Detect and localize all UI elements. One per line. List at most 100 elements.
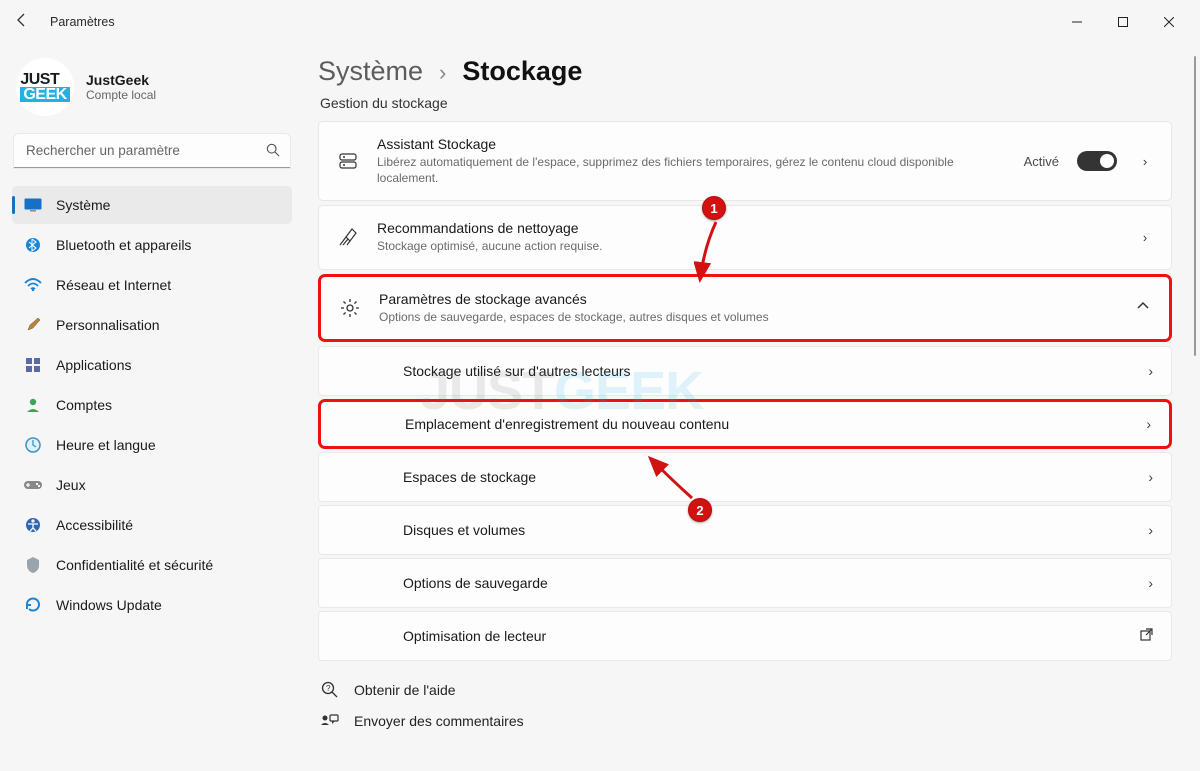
nav-label: Applications <box>56 357 132 373</box>
card-title: Paramètres de stockage avancés <box>379 291 1115 307</box>
nav-label: Heure et langue <box>56 437 156 453</box>
chevron-right-icon: › <box>439 60 446 86</box>
paintbrush-icon <box>24 316 42 334</box>
back-button[interactable] <box>8 12 36 33</box>
nav-network[interactable]: Réseau et Internet <box>12 266 292 304</box>
nav-privacy[interactable]: Confidentialité et sécurité <box>12 546 292 584</box>
storage-sense-card[interactable]: Assistant Stockage Libérez automatiqueme… <box>318 121 1172 201</box>
external-link-icon <box>1140 628 1153 644</box>
advanced-storage-card[interactable]: Paramètres de stockage avancés Options d… <box>318 274 1172 342</box>
nav-label: Windows Update <box>56 597 162 613</box>
chevron-right-icon: › <box>1148 575 1153 591</box>
gamepad-icon <box>24 476 42 494</box>
sidebar: JUST GEEK JustGeek Compte local <box>0 44 300 771</box>
nav-system[interactable]: Système <box>12 186 292 224</box>
sub-save-locations[interactable]: Emplacement d'enregistrement du nouveau … <box>318 399 1172 449</box>
help-icon: ? <box>320 681 340 699</box>
main-content: Système › Stockage Gestion du stockage A… <box>300 44 1200 771</box>
scrollbar[interactable] <box>1194 56 1196 356</box>
breadcrumb-parent[interactable]: Système <box>318 56 423 87</box>
subrow-label: Options de sauvegarde <box>403 575 548 591</box>
storage-icon <box>337 151 359 171</box>
subrow-label: Optimisation de lecteur <box>403 628 546 644</box>
chevron-right-icon: › <box>1148 522 1153 538</box>
svg-text:?: ? <box>326 684 331 693</box>
advanced-subgroup: Stockage utilisé sur d'autres lecteurs ›… <box>318 346 1172 661</box>
search-icon <box>266 143 280 160</box>
chevron-right-icon[interactable]: › <box>1135 230 1155 245</box>
sub-backup-options[interactable]: Options de sauvegarde › <box>318 558 1172 608</box>
avatar-logo-bottom: GEEK <box>20 87 69 102</box>
card-title: Assistant Stockage <box>377 136 1006 152</box>
accessibility-icon <box>24 516 42 534</box>
settings-window: Paramètres JUST GEEK <box>0 0 1200 771</box>
nav-bluetooth[interactable]: Bluetooth et appareils <box>12 226 292 264</box>
update-icon <box>24 596 42 614</box>
chevron-right-icon: › <box>1148 469 1153 485</box>
nav-label: Personnalisation <box>56 317 160 333</box>
cleanup-card[interactable]: Recommandations de nettoyage Stockage op… <box>318 205 1172 269</box>
feedback-icon <box>320 713 340 729</box>
card-title: Recommandations de nettoyage <box>377 220 1117 236</box>
breadcrumb-current: Stockage <box>462 56 582 87</box>
chevron-up-icon[interactable] <box>1133 299 1153 316</box>
breadcrumb: Système › Stockage <box>318 56 1172 87</box>
account-name: JustGeek <box>86 72 156 88</box>
nav-time-language[interactable]: Heure et langue <box>12 426 292 464</box>
chevron-right-icon[interactable]: › <box>1135 154 1155 169</box>
nav-label: Confidentialité et sécurité <box>56 557 213 573</box>
apps-icon <box>24 356 42 374</box>
subrow-label: Emplacement d'enregistrement du nouveau … <box>405 416 729 432</box>
nav-windows-update[interactable]: Windows Update <box>12 586 292 624</box>
gear-icon <box>339 298 361 318</box>
wifi-icon <box>24 276 42 294</box>
window-title: Paramètres <box>50 15 115 29</box>
display-icon <box>24 196 42 214</box>
nav-label: Réseau et Internet <box>56 277 171 293</box>
subrow-label: Stockage utilisé sur d'autres lecteurs <box>403 363 631 379</box>
minimize-button[interactable] <box>1054 6 1100 38</box>
shield-icon <box>24 556 42 574</box>
bluetooth-icon <box>24 236 42 254</box>
titlebar: Paramètres <box>0 0 1200 44</box>
section-heading: Gestion du stockage <box>320 95 1172 111</box>
nav-label: Système <box>56 197 110 213</box>
nav-apps[interactable]: Applications <box>12 346 292 384</box>
account-type: Compte local <box>86 88 156 102</box>
feedback-link[interactable]: Envoyer des commentaires <box>320 713 1172 729</box>
sub-disks-volumes[interactable]: Disques et volumes › <box>318 505 1172 555</box>
link-label: Obtenir de l'aide <box>354 682 456 698</box>
close-button[interactable] <box>1146 6 1192 38</box>
toggle-state-label: Activé <box>1024 154 1059 169</box>
card-subtitle: Options de sauvegarde, espaces de stocka… <box>379 309 1115 325</box>
chevron-right-icon: › <box>1148 363 1153 379</box>
sub-storage-spaces[interactable]: Espaces de stockage › <box>318 452 1172 502</box>
subrow-label: Disques et volumes <box>403 522 525 538</box>
link-label: Envoyer des commentaires <box>354 713 524 729</box>
clock-globe-icon <box>24 436 42 454</box>
nav-label: Bluetooth et appareils <box>56 237 191 253</box>
nav-label: Accessibilité <box>56 517 133 533</box>
nav-label: Comptes <box>56 397 112 413</box>
card-subtitle: Stockage optimisé, aucune action requise… <box>377 238 1117 254</box>
nav-gaming[interactable]: Jeux <box>12 466 292 504</box>
subrow-label: Espaces de stockage <box>403 469 536 485</box>
broom-icon <box>337 227 359 247</box>
person-icon <box>24 396 42 414</box>
search-input[interactable] <box>14 134 290 168</box>
chevron-right-icon: › <box>1146 416 1151 432</box>
card-subtitle: Libérez automatiquement de l'espace, sup… <box>377 154 1006 186</box>
nav-personalization[interactable]: Personnalisation <box>12 306 292 344</box>
sub-drive-optimization[interactable]: Optimisation de lecteur <box>318 611 1172 661</box>
avatar: JUST GEEK <box>16 58 74 116</box>
nav-label: Jeux <box>56 477 86 493</box>
nav-accounts[interactable]: Comptes <box>12 386 292 424</box>
maximize-button[interactable] <box>1100 6 1146 38</box>
sub-other-drives[interactable]: Stockage utilisé sur d'autres lecteurs › <box>318 346 1172 396</box>
search-box[interactable] <box>14 134 290 168</box>
account-block[interactable]: JUST GEEK JustGeek Compte local <box>12 48 292 130</box>
get-help-link[interactable]: ? Obtenir de l'aide <box>320 681 1172 699</box>
nav-list: Système Bluetooth et appareils Réseau et… <box>12 186 292 624</box>
storage-sense-toggle[interactable] <box>1077 151 1117 171</box>
nav-accessibility[interactable]: Accessibilité <box>12 506 292 544</box>
